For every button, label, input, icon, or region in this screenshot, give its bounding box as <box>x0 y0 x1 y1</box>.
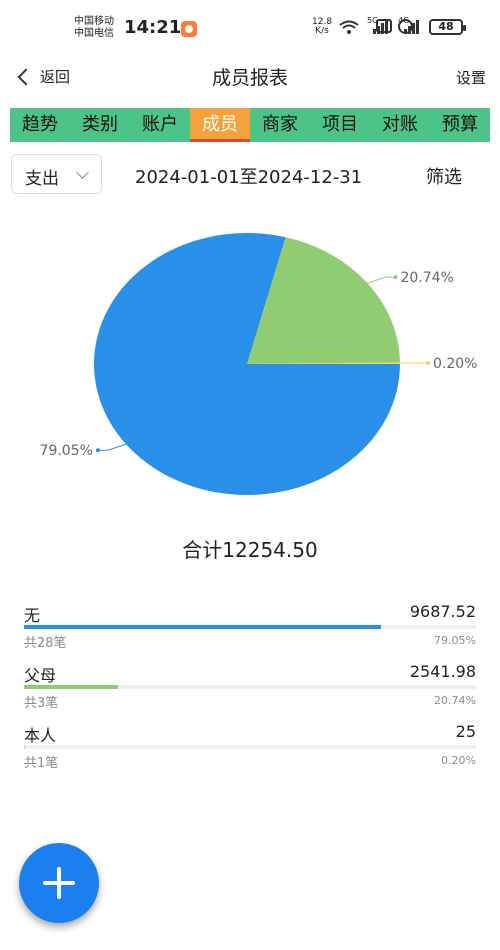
progress-fill <box>24 685 118 689</box>
member-amount: 25 <box>455 722 476 741</box>
member-name: 无 <box>24 606 41 625</box>
page-title: 成员报表 <box>211 67 288 89</box>
tab-trend[interactable]: 趋势 <box>10 108 70 142</box>
tab-budget[interactable]: 预算 <box>430 108 490 142</box>
tab-category[interactable]: 类别 <box>70 108 130 142</box>
pie-slice-label: 79.05% <box>40 443 93 459</box>
carrier-2: 中国电信 <box>74 28 114 39</box>
total-amount: 合计12254.50 <box>182 538 318 562</box>
member-pie-chart: 0.20% 20.74% 79.05% <box>40 233 477 496</box>
signal-4g-icon: 4G <box>398 16 422 34</box>
tab-member[interactable]: 成员 <box>190 108 250 142</box>
member-name: 本人 <box>24 726 57 745</box>
list-item[interactable]: 无 9687.52 共28笔 79.05% <box>24 600 476 660</box>
member-name: 父母 <box>24 666 57 685</box>
progress-fill <box>24 625 382 629</box>
status-bar: 中国移动 中国电信 14:21 12.8 K/s 5G 4G 48 <box>0 0 500 52</box>
carrier-info: 中国移动 中国电信 <box>74 16 114 40</box>
wifi-icon <box>339 20 359 34</box>
tab-account[interactable]: 账户 <box>130 108 190 142</box>
member-count: 共1笔 <box>24 756 59 771</box>
add-record-button[interactable] <box>19 843 99 923</box>
chevron-down-icon <box>76 166 89 179</box>
signal-4g-label: 4G <box>398 16 410 25</box>
member-percent: 20.74% <box>434 694 476 707</box>
carrier-1: 中国移动 <box>74 16 114 27</box>
progress-fill <box>24 745 25 749</box>
type-select-value: 支出 <box>25 169 59 189</box>
label-dot <box>95 448 100 453</box>
list-item[interactable]: 本人 25 共1笔 0.20% <box>24 720 476 780</box>
pie-slice-label: 20.74% <box>400 270 453 286</box>
member-percent: 0.20% <box>441 754 476 767</box>
app-header: 返回 成员报表 设置 <box>0 52 500 102</box>
filter-button[interactable]: 筛选 <box>426 163 462 189</box>
signal-5g-label: 5G <box>367 16 379 25</box>
tab-merchant[interactable]: 商家 <box>250 108 310 142</box>
progress-track <box>24 745 476 749</box>
label-leader-line <box>97 443 127 451</box>
battery-icon: 48 <box>429 19 466 35</box>
member-count: 共3笔 <box>24 696 59 711</box>
progress-track <box>24 625 476 629</box>
member-amount: 9687.52 <box>409 602 476 621</box>
label-leader-line <box>367 276 396 284</box>
tab-reconcile[interactable]: 对账 <box>370 108 430 142</box>
list-item[interactable]: 父母 2541.98 共3笔 20.74% <box>24 660 476 720</box>
member-amount: 2541.98 <box>409 662 476 681</box>
status-time: 14:21 <box>124 17 182 38</box>
report-tabs: 趋势 类别 账户 成员 商家 项目 对账 预算 <box>10 108 490 142</box>
net-speed: 12.8 K/s <box>312 18 332 36</box>
progress-track <box>24 685 476 689</box>
member-count: 共28笔 <box>24 636 67 651</box>
member-list: 无 9687.52 共28笔 79.05% 父母 2541.98 共3笔 20.… <box>24 600 476 780</box>
member-percent: 79.05% <box>434 634 476 647</box>
label-dot <box>393 275 398 280</box>
date-range[interactable]: 2024-01-01至2024-12-31 <box>135 163 362 189</box>
tab-project[interactable]: 项目 <box>310 108 370 142</box>
type-select[interactable]: 支出 <box>11 154 102 194</box>
pie-slice-label: 0.20% <box>433 356 477 372</box>
settings-button[interactable]: 设置 <box>456 67 486 88</box>
net-speed-unit: K/s <box>315 26 329 36</box>
app-notification-icon <box>181 21 197 37</box>
label-dot <box>425 361 430 366</box>
signal-5g-icon: 5G <box>367 16 391 34</box>
